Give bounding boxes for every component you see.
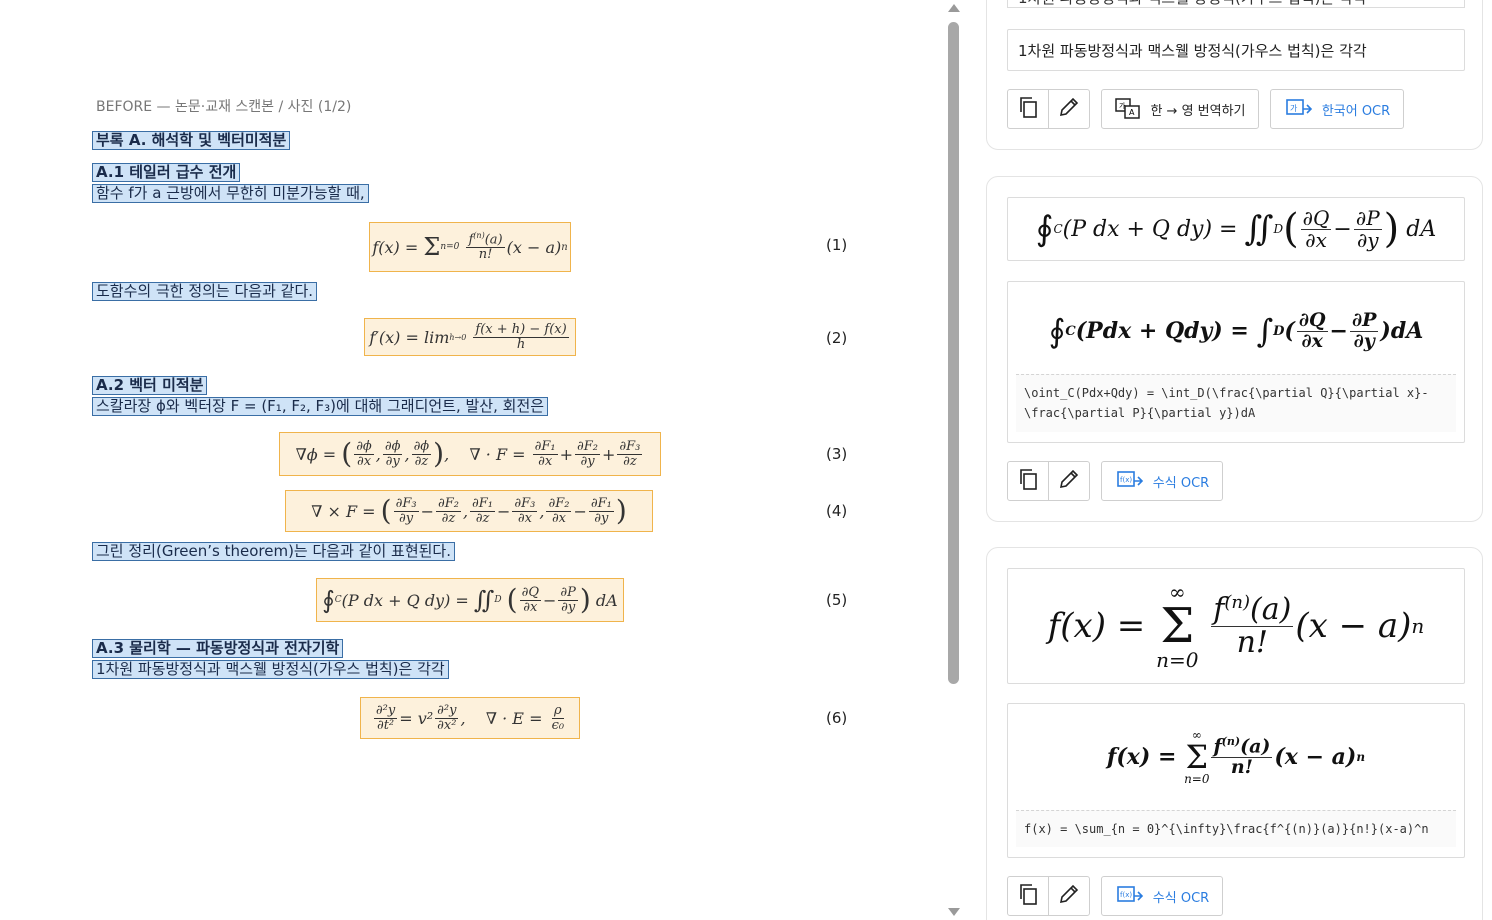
source-formula-image: f(x) = ∞ Σn=0 f(n)(a) n! (x − a) n	[1007, 568, 1465, 684]
text-green-theorem[interactable]: 그린 정리(Green’s theorem)는 다음과 같이 표현된다.	[92, 542, 455, 561]
equation-number-2: (2)	[826, 329, 848, 347]
formula-derivative-limit[interactable]: f′(x) = lim h→0 f(x + h) − f(x) h	[364, 318, 576, 356]
formula-curl[interactable]: ∇ × F = (∂F₃ ∂y − ∂F₂ ∂z, ∂F₁ ∂z − ∂F₃ ∂x, ∂F₂ ∂x − ∂…	[285, 490, 653, 532]
heading-a2[interactable]: A.2 벡터 미적분	[92, 376, 208, 395]
copy-icon	[1017, 95, 1039, 123]
app-window: BEFORE — 논문·교재 스캔본 / 사진 (1/2) 부록 A. 해석학 …	[0, 0, 1492, 920]
svg-text:A: A	[1129, 108, 1135, 117]
svg-text:가: 가	[1119, 101, 1126, 110]
edit-button[interactable]	[1048, 876, 1090, 916]
formula-gradient-divergence[interactable]: ∇ϕ = (∂ϕ ∂x, ∂ϕ ∂y, ∂ϕ ∂z), ∇ · F = ∂F₁ ∂x + ∂F₂…	[279, 432, 661, 476]
formula-ocr-button[interactable]: f(x) 수식 OCR	[1101, 876, 1223, 916]
pencil-icon	[1057, 95, 1081, 123]
document-caption: BEFORE — 논문·교재 스캔본 / 사진 (1/2)	[96, 99, 352, 115]
korean-ocr-button-label: 한국어 OCR	[1321, 103, 1391, 119]
ocr-results-panel: 1차원 파동방정식과 맥스웰 방정식(가우스 법칙)은 각각 1차원 파동방정식…	[962, 0, 1492, 920]
svg-text:f(x): f(x)	[1120, 476, 1132, 484]
heading-a1[interactable]: A.1 테일러 급수 전개	[92, 163, 241, 182]
translate-ko-en-button[interactable]: 가A 한 → 영 번역하기	[1101, 89, 1259, 129]
equation-number-6: (6)	[826, 709, 848, 727]
copy-button[interactable]	[1007, 461, 1049, 501]
formula-green-theorem[interactable]: ∮ C (P dx + Q dy) = ∬ D (∂Q ∂x − ∂P ∂y) dA	[316, 578, 624, 622]
formula-ocr-button[interactable]: f(x) 수식 OCR	[1101, 461, 1223, 501]
pencil-icon	[1057, 882, 1081, 910]
document-scrollbar[interactable]	[945, 0, 962, 920]
document-view: BEFORE — 논문·교재 스캔본 / 사진 (1/2) 부록 A. 해석학 …	[0, 0, 945, 920]
edit-button[interactable]	[1048, 89, 1090, 129]
rendered-formula-preview: ∮ C (Pdx + Qdy) = ∫ D(∂Q ∂x − ∂P ∂y)dA	[1048, 308, 1424, 352]
clipped-source-text: 1차원 파동방정식과 맥스웰 방정식(가우스 법칙)은 각각	[1007, 0, 1465, 8]
formula-ocr-result[interactable]: ∮ C (Pdx + Qdy) = ∫ D(∂Q ∂x − ∂P ∂y)dA \oint_C(…	[1007, 281, 1465, 443]
latex-code[interactable]: f(x) = \sum_{n = 0}^{\infty}\frac{f^{(n)…	[1016, 810, 1456, 848]
heading-appendix-a[interactable]: 부록 A. 해석학 및 벡터미적분	[92, 131, 291, 150]
text-a1[interactable]: 함수 f가 a 근방에서 무한히 미분가능할 때,	[92, 184, 369, 203]
formula-ocr-icon: f(x)	[1115, 884, 1145, 908]
copy-icon	[1017, 467, 1039, 495]
pencil-icon	[1057, 467, 1081, 495]
scroll-down-arrow-icon[interactable]	[948, 908, 960, 916]
ocr-card-formula-taylor: f(x) = ∞ Σn=0 f(n)(a) n! (x − a) n f(x) = ∞ Σ…	[986, 547, 1483, 920]
equation-number-5: (5)	[826, 591, 848, 609]
ocr-card-formula-green: ∮ C (P dx + Q dy) = ∬ D(∂Q ∂x − ∂P ∂y) dA ∮ C (Pd…	[986, 176, 1483, 522]
formula-ocr-button-label: 수식 OCR	[1152, 890, 1210, 906]
formula-wave-gauss[interactable]: ∂²y ∂t² = v² ∂²y ∂x², ∇ · E = ρ ϵ₀	[360, 697, 580, 739]
scroll-thumb[interactable]	[948, 22, 959, 684]
heading-a3[interactable]: A.3 물리학 — 파동방정식과 전자기학	[92, 639, 344, 658]
equation-number-1: (1)	[826, 236, 848, 254]
korean-ocr-button[interactable]: 가 한국어 OCR	[1270, 89, 1404, 129]
copy-button[interactable]	[1007, 876, 1049, 916]
text-a3[interactable]: 1차원 파동방정식과 맥스웰 방정식(가우스 법칙)은 각각	[92, 660, 449, 679]
translate-button-label: 한 → 영 번역하기	[1150, 103, 1246, 119]
edit-button[interactable]	[1048, 461, 1090, 501]
copy-button[interactable]	[1007, 89, 1049, 129]
rendered-formula-preview: f(x) = ∞ Σn=0 f(n)(a) n! (x − a) n	[1106, 728, 1366, 786]
source-formula-image: ∮ C (P dx + Q dy) = ∬ D(∂Q ∂x − ∂P ∂y) dA	[1007, 197, 1465, 261]
translate-icon: 가A	[1114, 97, 1142, 121]
copy-icon	[1017, 882, 1039, 910]
formula-taylor-series[interactable]: f(x) = Σn=0 f(n)(a) n! (x − a) n	[369, 222, 571, 272]
equation-number-4: (4)	[826, 502, 848, 520]
formula-ocr-result[interactable]: f(x) = ∞ Σn=0 f(n)(a) n! (x − a) n f(x) = \su…	[1007, 703, 1465, 858]
text-derivative[interactable]: 도함수의 극한 정의는 다음과 같다.	[92, 282, 318, 301]
equation-number-3: (3)	[826, 445, 848, 463]
latex-code[interactable]: \oint_C(Pdx+Qdy) = \int_D(\frac{\partial…	[1016, 374, 1456, 432]
text-a2[interactable]: 스칼라장 ϕ와 벡터장 F = (F₁, F₂, F₃)에 대해 그래디언트, …	[92, 397, 549, 416]
svg-text:가: 가	[1290, 104, 1298, 113]
ocr-card-text: 1차원 파동방정식과 맥스웰 방정식(가우스 법칙)은 각각 1차원 파동방정식…	[986, 0, 1483, 150]
svg-text:f(x): f(x)	[1120, 891, 1132, 899]
formula-ocr-button-label: 수식 OCR	[1152, 475, 1210, 491]
scroll-up-arrow-icon[interactable]	[948, 4, 960, 12]
ocr-text-result[interactable]: 1차원 파동방정식과 맥스웰 방정식(가우스 법칙)은 각각	[1007, 29, 1465, 71]
formula-ocr-icon: f(x)	[1115, 469, 1145, 493]
korean-ocr-icon: 가	[1284, 97, 1314, 121]
